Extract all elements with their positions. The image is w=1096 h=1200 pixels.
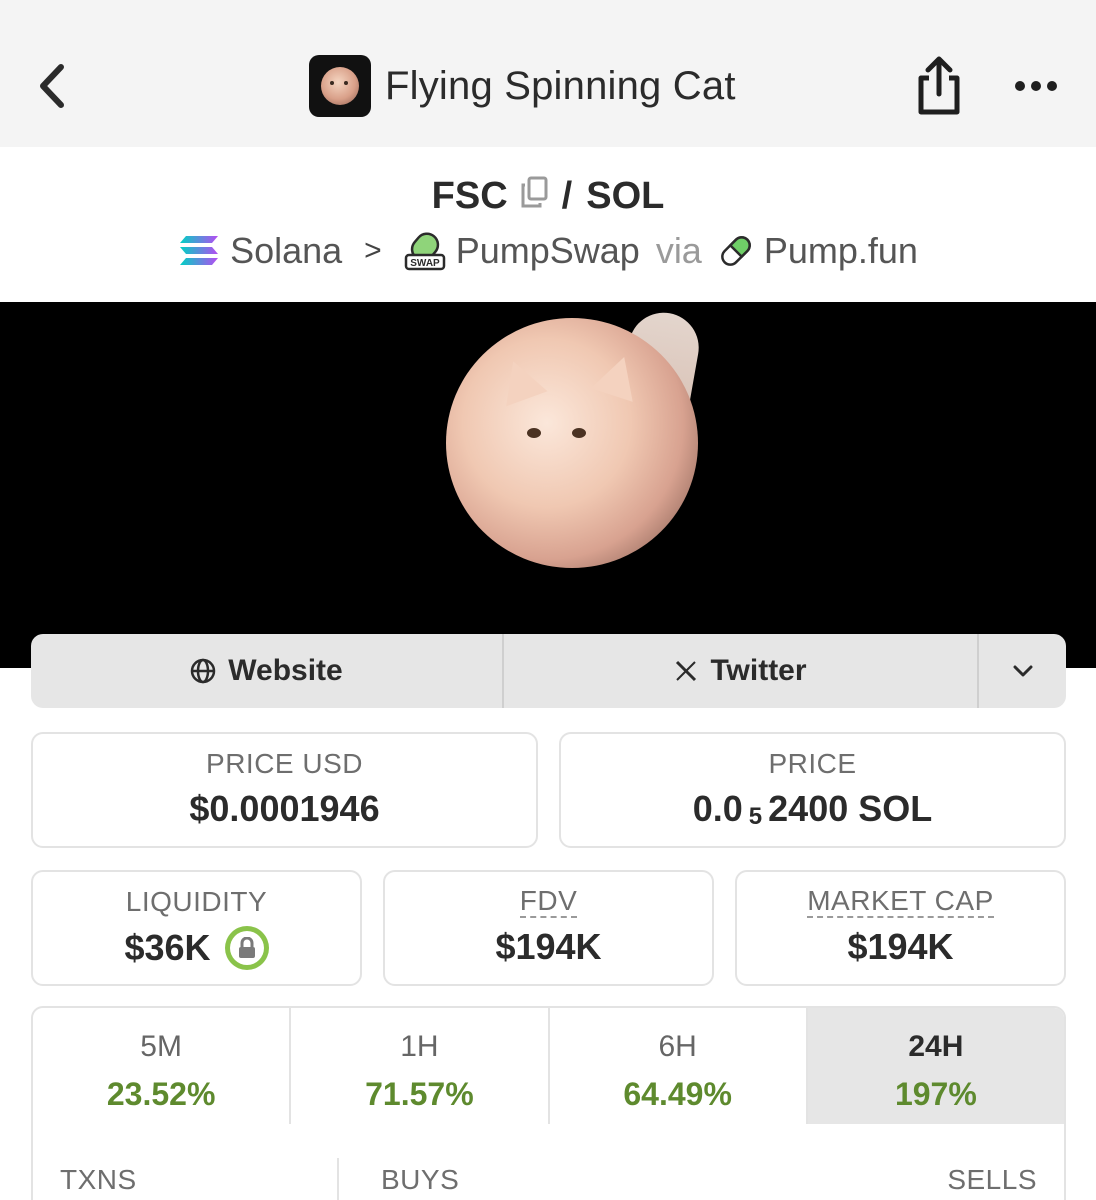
- fdv-label: FDV: [519, 885, 578, 918]
- tab-24h-label: 24H: [908, 1030, 964, 1063]
- quote-symbol: SOL: [586, 174, 665, 217]
- page-title: Flying Spinning Cat: [385, 63, 736, 108]
- twitter-button[interactable]: Twitter: [504, 634, 979, 708]
- dex-badge-text: SWAP: [410, 258, 440, 269]
- price-native-prefix: 0.0: [692, 788, 743, 829]
- price-native-card: PRICE 0.0 5 2400 SOL: [559, 732, 1066, 848]
- tab-5m[interactable]: 5M 23.52%: [33, 1008, 292, 1124]
- launchpad-link[interactable]: Pump.fun: [718, 230, 918, 272]
- price-native-zero-count: 5: [748, 803, 763, 830]
- banner-cat-eye-right: [572, 428, 586, 438]
- tab-6h-label: 6H: [658, 1030, 697, 1063]
- price-usd-card: PRICE USD $0.0001946: [31, 732, 538, 848]
- market-cap-card[interactable]: MARKET CAP $194K: [735, 870, 1066, 986]
- dex-name: PumpSwap: [455, 230, 640, 271]
- buys-label: BUYS: [381, 1164, 460, 1195]
- chain-name: Solana: [230, 230, 343, 271]
- token-logo: [309, 55, 371, 117]
- tab-24h[interactable]: 24H 197%: [807, 1008, 1064, 1124]
- tab-6h[interactable]: 6H 64.49%: [550, 1008, 808, 1124]
- website-label: Website: [228, 654, 343, 687]
- solana-icon: [180, 236, 219, 265]
- pair-separator: /: [561, 174, 573, 217]
- more-links-dropdown[interactable]: [979, 634, 1066, 708]
- banner-cat-eye-left: [527, 428, 541, 438]
- dex-link[interactable]: SWAP PumpSwap: [404, 230, 640, 272]
- back-button[interactable]: [30, 58, 74, 114]
- tab-6h-change: 64.49%: [623, 1076, 732, 1112]
- token-banner-image: [0, 302, 1096, 668]
- website-button[interactable]: Website: [31, 634, 504, 708]
- tab-1h-label: 1H: [400, 1030, 439, 1063]
- pumpswap-icon: SWAP: [404, 232, 445, 271]
- fdv-card[interactable]: FDV $194K: [383, 870, 714, 986]
- price-usd-value: $0.0001946: [189, 788, 380, 829]
- twitter-label: Twitter: [710, 654, 807, 687]
- banner-cat-body: [446, 318, 698, 568]
- x-logo-icon: [676, 660, 697, 682]
- more-options-button[interactable]: [1010, 64, 1062, 108]
- price-native-value: 0.0 5 2400 SOL: [561, 788, 1064, 830]
- market-cap-value: $194K: [847, 926, 954, 967]
- price-native-digits: 2400 SOL: [768, 788, 933, 829]
- tab-24h-change: 197%: [894, 1076, 977, 1112]
- page-title-group: Flying Spinning Cat: [309, 55, 736, 117]
- more-dots-icon: [1015, 81, 1057, 91]
- lock-icon: [238, 937, 255, 958]
- tab-5m-change: 23.52%: [106, 1076, 216, 1112]
- top-bar: Flying Spinning Cat: [0, 0, 1096, 147]
- tab-1h[interactable]: 1H 71.57%: [291, 1008, 550, 1124]
- chain-link[interactable]: Solana: [178, 230, 342, 272]
- share-icon: [918, 56, 960, 115]
- pill-icon: [720, 236, 751, 266]
- tab-5m-label: 5M: [140, 1030, 182, 1063]
- pair-title: FSC / SOL: [0, 170, 1096, 222]
- txns-label: TXNS: [60, 1164, 137, 1195]
- liquidity-value: $36K: [124, 927, 211, 968]
- via-label: via: [655, 230, 702, 271]
- chevron-right-icon: >: [364, 234, 382, 267]
- base-symbol: FSC: [431, 174, 508, 217]
- txns-divider: [337, 1158, 339, 1200]
- txns-section: TXNS BUYS SELLS: [31, 1124, 1066, 1200]
- globe-icon: [191, 658, 216, 684]
- chain-route: Solana > SWAP PumpSwap via Pump.fun: [0, 226, 1096, 276]
- liquidity-card: LIQUIDITY $36K: [31, 870, 362, 986]
- fdv-value: $194K: [495, 926, 602, 967]
- copy-address-button[interactable]: [520, 175, 548, 218]
- back-chevron-icon: [40, 64, 64, 108]
- copy-icon: [521, 176, 548, 207]
- social-links-bar: Website Twitter: [31, 634, 1066, 708]
- chevron-down-icon: [1013, 665, 1032, 677]
- liquidity-lock-badge[interactable]: [224, 926, 269, 970]
- tab-1h-change: 71.57%: [365, 1076, 474, 1112]
- sells-label: SELLS: [947, 1164, 1037, 1195]
- market-cap-label: MARKET CAP: [807, 885, 994, 918]
- launchpad-name: Pump.fun: [763, 230, 918, 271]
- liquidity-value-row: $36K: [33, 926, 360, 970]
- share-button[interactable]: [914, 54, 964, 116]
- timeframe-tabs: 5M 23.52% 1H 71.57% 6H 64.49% 24H 197%: [31, 1006, 1066, 1126]
- price-usd-label: PRICE USD: [206, 748, 363, 779]
- liquidity-label: LIQUIDITY: [125, 886, 268, 917]
- price-native-label: PRICE: [768, 748, 857, 779]
